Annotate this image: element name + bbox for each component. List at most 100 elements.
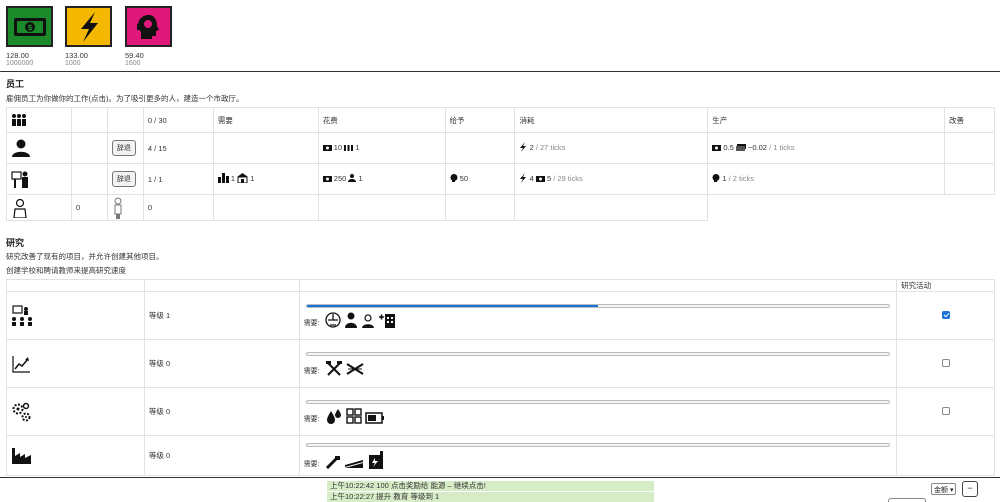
factory-icon — [12, 447, 31, 464]
resource-brain[interactable]: 59.40 1600 — [125, 6, 175, 68]
resource-money[interactable]: $ 128.00 1000000 — [6, 6, 56, 68]
battery-icon — [364, 411, 384, 424]
research-need-label: 需要: — [303, 319, 320, 327]
header-cost: 花费 — [317, 107, 446, 133]
research-need-label: 需要: — [303, 367, 320, 375]
resource-energy[interactable]: 133.00 1000 — [65, 6, 115, 68]
teacher-consume-money: 5 — [546, 173, 552, 183]
hammer-pick-icon — [325, 360, 342, 376]
teacher-need-b: 1 — [250, 173, 255, 183]
specialist-row: 0 0 — [6, 194, 995, 221]
brain-value: 59.40 — [125, 51, 144, 60]
teacher-cost-worker: 1 — [358, 173, 363, 183]
research-level: 等级 0 — [143, 435, 300, 476]
energy-cap: 1000 — [65, 60, 81, 67]
research-active-checkbox[interactable] — [941, 310, 950, 319]
research-need-label: 需要: — [303, 460, 320, 468]
grid-icon — [345, 407, 362, 424]
svg-text:$: $ — [27, 23, 33, 32]
money-icon — [322, 175, 332, 184]
money-icon — [712, 144, 722, 153]
research-active-header: 研究活动 — [896, 279, 995, 292]
research-progress-fill — [306, 304, 598, 307]
worker-count: 4 / 15 — [142, 132, 214, 164]
helmet-icon — [324, 311, 341, 328]
research-level: 等级 0 — [143, 387, 300, 436]
header-produce: 生产 — [707, 107, 945, 133]
school-icon — [217, 173, 229, 185]
money-icon[interactable]: $ — [6, 6, 53, 47]
minimize-button[interactable]: − — [962, 481, 978, 497]
money-icon — [322, 144, 332, 153]
wood-icon — [344, 459, 363, 468]
teacher-produce-ticks: / 2 ticks — [728, 173, 755, 183]
research-requirements: 需要: — [303, 450, 892, 469]
money-stack-icon — [735, 143, 746, 153]
chart-line-icon — [12, 355, 30, 373]
money-icon — [535, 175, 545, 184]
scroll-icon — [346, 362, 364, 375]
water-drops-icon — [326, 408, 341, 424]
teacher-cost-money: 250 — [333, 173, 347, 183]
research-progress — [305, 303, 891, 308]
teacher-give-brain: 50 — [459, 173, 468, 183]
header-consume: 消耗 — [514, 107, 709, 133]
teacher-count: 1 / 1 — [142, 163, 214, 195]
money-cap: 1000000 — [6, 60, 34, 67]
header-need: 需要 — [212, 107, 319, 133]
scientist-icon — [361, 313, 374, 328]
lightning-icon[interactable] — [65, 6, 112, 47]
research-row-engineering[interactable]: 等级 0 需要: — [6, 387, 995, 436]
worker-cost-pop: 1 — [355, 142, 360, 152]
workers-table: 0 / 30 需要 花费 给予 消耗 生产 改善 辞退 4 / 15 10 1 … — [6, 107, 996, 221]
specialist-count-a: 0 — [70, 194, 108, 221]
bottom-bar: 上午10:22:42 100 点击奖励给 能源 – 继续点击! 上午10:22:… — [0, 477, 1000, 502]
school-building-icon — [237, 173, 249, 185]
header-give: 给予 — [444, 107, 516, 133]
worker-icon — [344, 312, 357, 328]
research-progress — [305, 399, 891, 404]
lightning-icon — [519, 173, 527, 185]
scientist-icon — [13, 198, 27, 218]
population-icon — [12, 114, 26, 126]
research-row-industry[interactable]: 等级 0 需要: — [6, 435, 995, 476]
research-row-economy[interactable]: 等级 0 需要: — [6, 339, 995, 388]
amount-select[interactable]: 金额 ▾ — [931, 483, 957, 495]
research-table: 研究活动 等级 1 需要: 等级 0 需要: 等级 0 需要: 等级 0 需要: — [6, 279, 995, 476]
workers-description: 雇佣员工为你做你的工作(点击)。为了吸引更多的人，建造一个市政厅。 — [6, 94, 244, 103]
worker-icon — [348, 174, 357, 184]
hospital-icon — [378, 313, 395, 328]
brain-cap: 1600 — [125, 60, 141, 67]
workers-header-row: 0 / 30 需要 花费 给予 消耗 生产 改善 — [6, 107, 996, 133]
population-icon — [344, 143, 354, 153]
teacher-produce-brain: 1 — [722, 173, 727, 183]
power-plant-icon — [368, 450, 383, 469]
population-total: 0 / 30 — [142, 107, 214, 133]
amount-select-value: 金额 — [934, 487, 948, 494]
log-entry: 上午10:22:42 100 点击奖励给 能源 – 继续点击! — [327, 481, 654, 491]
population-cell — [6, 107, 72, 133]
fire-teacher-button[interactable]: 辞退 — [111, 171, 136, 187]
research-row-education[interactable]: 等级 1 需要: — [6, 291, 995, 340]
fire-worker-button[interactable]: 辞退 — [111, 140, 136, 156]
worker-produce-money-stack: −0.02 — [747, 143, 767, 153]
research-hint: 创建学校和聘请教师来提高研究速度 — [6, 266, 126, 275]
worker-cost-money: 10 — [333, 142, 343, 152]
head-icon — [712, 174, 720, 184]
research-progress — [305, 442, 891, 447]
education-icon — [12, 304, 32, 326]
teacher-icon — [11, 171, 28, 188]
research-active-checkbox[interactable] — [941, 406, 950, 415]
research-active-checkbox[interactable] — [941, 358, 950, 367]
hidden-button[interactable] — [888, 498, 926, 502]
money-value: 128.00 — [6, 51, 29, 60]
teacher-row: 辞退 1 / 1 1 1 250 1 50 4 5 / 29 ticks 1 /… — [6, 163, 996, 195]
astronaut-icon — [114, 197, 122, 219]
resource-bar: $ 128.00 1000000 133.00 1000 59.40 1600 — [0, 0, 1000, 72]
head-icon[interactable] — [125, 6, 172, 47]
teacher-consume-ticks: / 29 ticks — [553, 173, 583, 183]
research-need-label: 需要: — [303, 415, 320, 423]
lightning-icon — [519, 142, 527, 154]
worker-consume-energy: 2 — [529, 142, 534, 152]
worker-produce-money: 0.5 — [723, 143, 734, 153]
